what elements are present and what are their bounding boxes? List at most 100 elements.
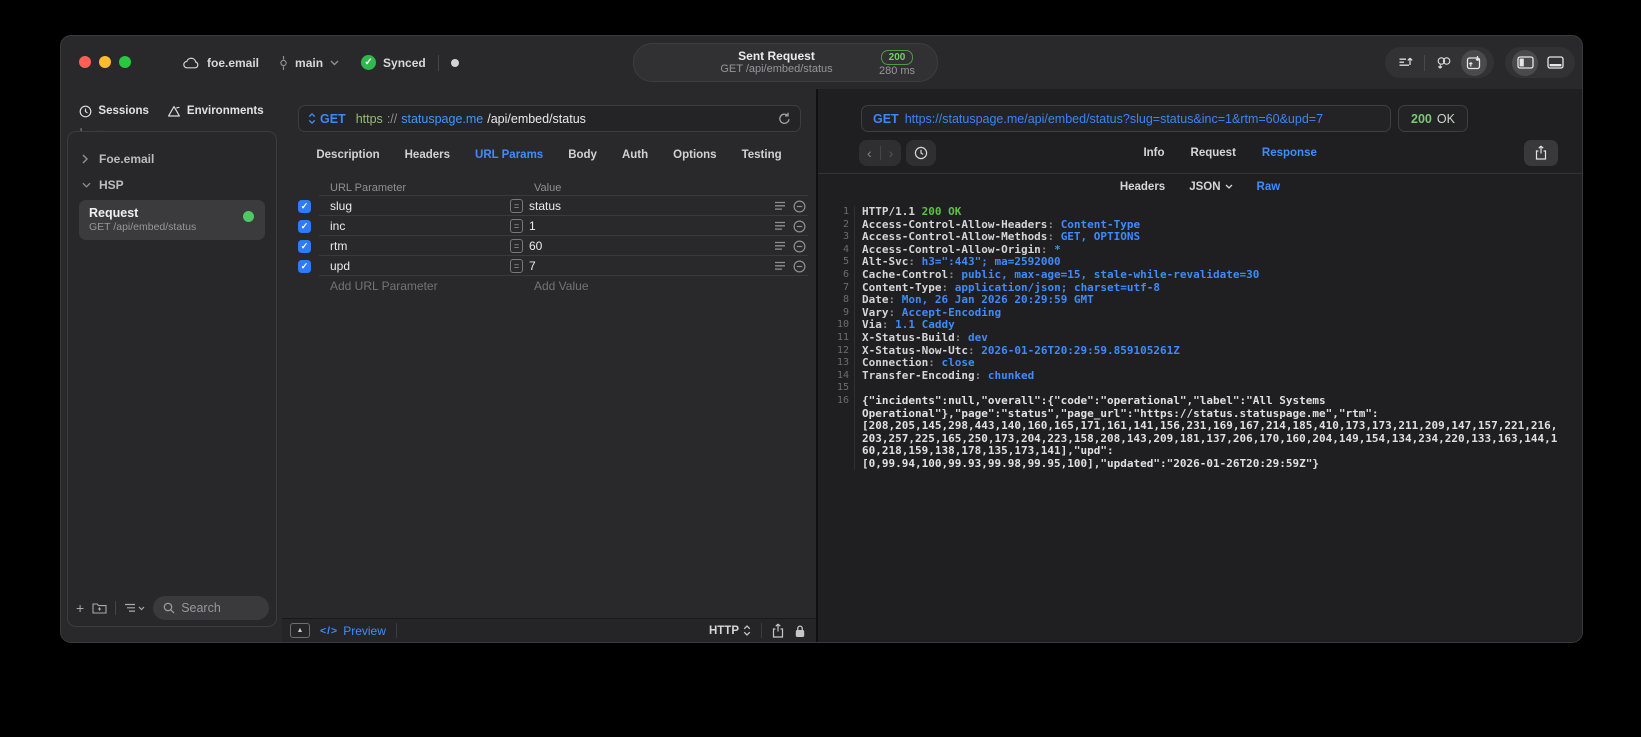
- remove-param-button[interactable]: [793, 219, 806, 233]
- tree-group-hsp[interactable]: HSP: [74, 172, 270, 198]
- response-status-code: 200: [1411, 111, 1432, 126]
- line-number: [818, 445, 855, 458]
- header-value: public, max-age=15, stale-while-revalida…: [961, 267, 1260, 281]
- param-name-field[interactable]: inc: [330, 219, 510, 233]
- toggle-sidebar-button[interactable]: [1512, 49, 1538, 76]
- request-list-item[interactable]: Request GET /api/embed/status: [79, 200, 265, 240]
- request-tab-testing[interactable]: Testing: [742, 149, 782, 161]
- response-tab-info[interactable]: Info: [1143, 147, 1164, 159]
- add-param-row[interactable]: Add URL Parameter Add Value: [298, 276, 808, 296]
- share-icon[interactable]: [772, 623, 784, 638]
- tab-environments[interactable]: Environments: [167, 105, 264, 118]
- export-response-button[interactable]: [1524, 139, 1558, 166]
- code-text: :: [908, 255, 922, 269]
- box-arrows-icon: [1466, 56, 1481, 70]
- search-input[interactable]: Search: [153, 596, 269, 620]
- method-selector-icon[interactable]: [308, 113, 316, 124]
- close-window-button[interactable]: [79, 56, 91, 68]
- tree-group-label: Foe.email: [99, 152, 155, 166]
- param-checkbox[interactable]: ✓: [298, 259, 311, 273]
- tab-sessions-label: Sessions: [98, 105, 149, 117]
- response-subtab-headers[interactable]: Headers: [1120, 181, 1165, 193]
- param-name-field[interactable]: upd: [330, 259, 510, 273]
- response-tab-request[interactable]: Request: [1191, 147, 1236, 159]
- protocol-selector[interactable]: HTTP: [709, 625, 751, 637]
- record-dot-icon[interactable]: [450, 58, 459, 67]
- request-tab-description[interactable]: Description: [316, 149, 379, 161]
- tree-group-foe-email[interactable]: Foe.email: [74, 146, 270, 172]
- lines-arrow-up-icon: [1399, 57, 1413, 66]
- header-value: 1.1 Caddy: [895, 318, 955, 332]
- request-tab-auth[interactable]: Auth: [622, 149, 648, 161]
- add-param-name-placeholder[interactable]: Add URL Parameter: [330, 279, 510, 293]
- remove-param-button[interactable]: [793, 199, 806, 213]
- line-number: 5: [818, 256, 855, 269]
- new-folder-icon[interactable]: [92, 602, 107, 614]
- reorder-handle-icon[interactable]: [774, 221, 786, 231]
- preview-button[interactable]: </> Preview: [320, 624, 386, 638]
- request-status-pill[interactable]: Sent Request GET /api/embed/status 200 2…: [633, 43, 938, 82]
- code-text: :: [974, 368, 988, 382]
- branch-icon: [280, 55, 287, 70]
- request-tab-body[interactable]: Body: [568, 149, 597, 161]
- minimize-window-button[interactable]: [99, 56, 111, 68]
- code-text: :: [1047, 217, 1061, 231]
- request-tab-options[interactable]: Options: [673, 149, 716, 161]
- tab-sessions[interactable]: Sessions: [79, 105, 149, 118]
- code-line-header: 14 Transfer-Encoding: chunked: [818, 368, 1582, 383]
- tree-group-label: HSP: [99, 178, 124, 192]
- import-export-button[interactable]: [1392, 50, 1418, 76]
- line-number: 10: [818, 319, 855, 332]
- remove-param-button[interactable]: [793, 239, 806, 253]
- resend-request-button[interactable]: [778, 112, 791, 125]
- param-value-field[interactable]: 1: [529, 219, 536, 233]
- expand-panel-button[interactable]: ▲: [290, 623, 310, 638]
- response-subtab-json[interactable]: JSON: [1189, 181, 1232, 193]
- add-item-button[interactable]: +: [76, 601, 84, 615]
- tab-environments-label: Environments: [186, 105, 264, 117]
- request-tab-headers[interactable]: Headers: [405, 149, 450, 161]
- param-actions: [774, 239, 806, 253]
- header-value: GET, OPTIONS: [1060, 230, 1141, 244]
- back-button[interactable]: ‹: [867, 146, 872, 160]
- param-checkbox[interactable]: ✓: [298, 199, 311, 213]
- param-value-field[interactable]: 60: [529, 239, 542, 253]
- request-method[interactable]: GET: [320, 112, 346, 126]
- request-tabs: Description Headers URL Params Body Auth Opti…: [282, 134, 816, 176]
- chevron-down-icon[interactable]: [330, 60, 339, 66]
- capture-window-button[interactable]: [1461, 49, 1487, 76]
- param-value-field[interactable]: status: [529, 199, 561, 213]
- param-checkbox[interactable]: ✓: [298, 239, 311, 253]
- param-checkbox[interactable]: ✓: [298, 219, 311, 233]
- sent-request-url-box[interactable]: GET https://statuspage.me/api/embed/stat…: [861, 105, 1391, 132]
- sort-options-button[interactable]: [124, 603, 145, 613]
- remove-param-button[interactable]: [793, 259, 806, 273]
- line-number: [818, 420, 855, 433]
- toggle-bottom-panel-button[interactable]: [1542, 50, 1568, 76]
- footer-divider: [395, 623, 397, 638]
- response-raw-view[interactable]: 1 HTTP/1.1 200 OK 2 Access-Control-Allow-He…: [818, 199, 1582, 642]
- response-subtab-raw[interactable]: Raw: [1257, 181, 1281, 193]
- reorder-handle-icon[interactable]: [774, 241, 786, 251]
- history-button[interactable]: [906, 139, 937, 166]
- header-value: *: [1054, 242, 1061, 256]
- zoom-window-button[interactable]: [119, 56, 131, 68]
- request-url-bar[interactable]: GET https://statuspage.me/api/embed/stat…: [298, 105, 801, 132]
- lock-icon[interactable]: [794, 624, 806, 638]
- param-name-field[interactable]: slug: [330, 199, 510, 213]
- branch-name[interactable]: main: [295, 56, 323, 70]
- param-value-field[interactable]: 7: [529, 259, 536, 273]
- header-value: h3=":443"; ma=2592000: [921, 255, 1061, 269]
- response-tab-response[interactable]: Response: [1262, 147, 1317, 159]
- forward-button[interactable]: ›: [889, 146, 894, 160]
- reorder-handle-icon[interactable]: [774, 261, 786, 271]
- url-path: /api/embed/status: [487, 111, 586, 126]
- equals-icon: =: [510, 199, 523, 213]
- sync-loop-button[interactable]: [1431, 50, 1457, 76]
- reorder-handle-icon[interactable]: [774, 201, 786, 211]
- request-tab-url-params[interactable]: URL Params: [475, 149, 543, 161]
- add-param-value-placeholder[interactable]: Add Value: [510, 279, 589, 293]
- param-name-field[interactable]: rtm: [330, 239, 510, 253]
- sync-status[interactable]: Synced: [383, 56, 426, 70]
- project-name[interactable]: foe.email: [207, 56, 259, 70]
